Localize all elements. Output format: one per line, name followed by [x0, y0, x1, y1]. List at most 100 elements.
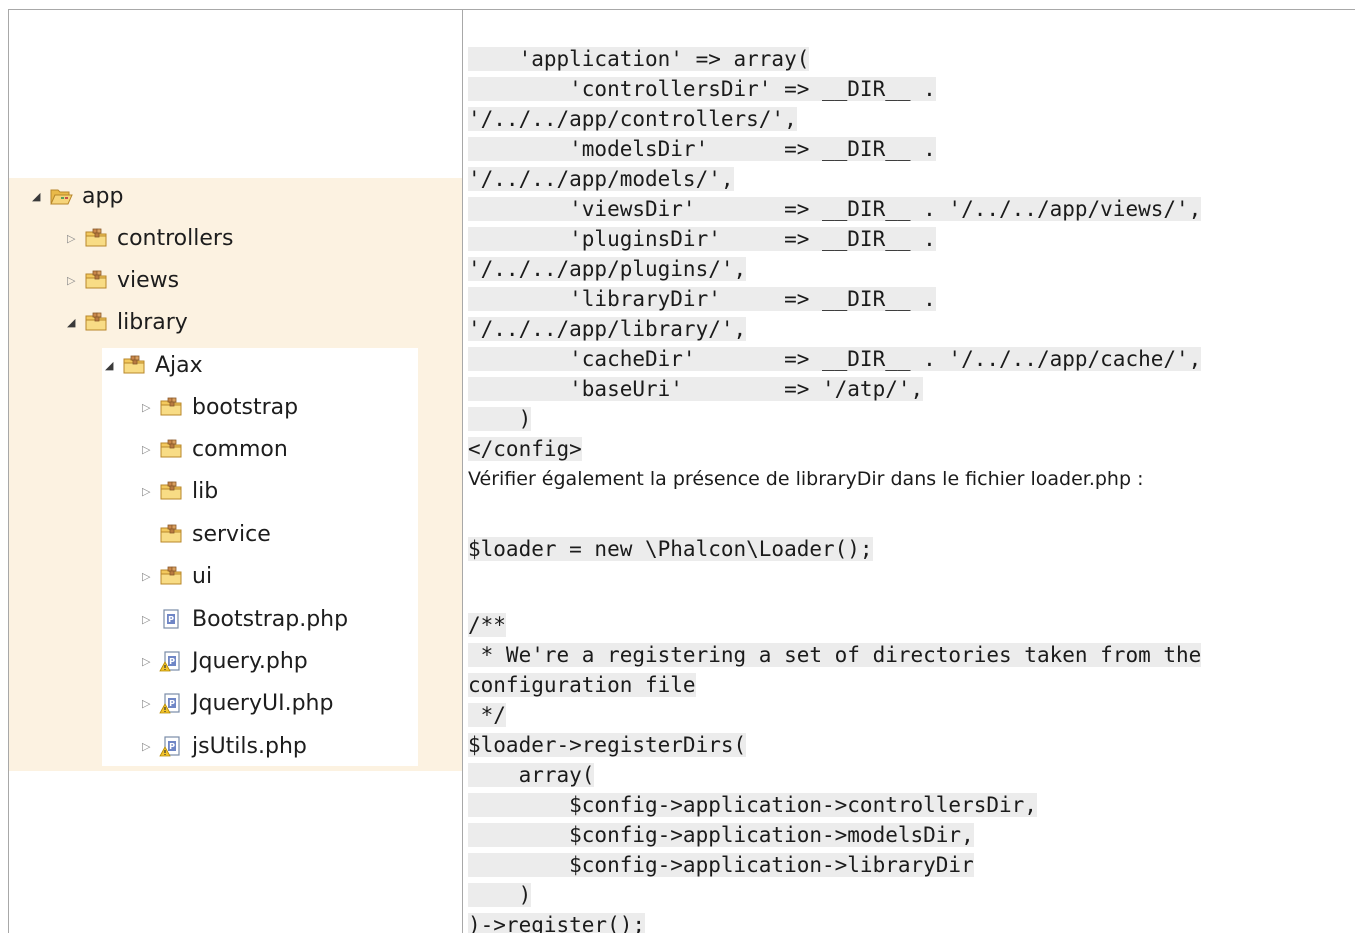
tree-item-bootstrap[interactable]: ▷ bootstrap: [142, 387, 298, 427]
tree-item-common[interactable]: ▷ common: [142, 429, 288, 469]
code-line: $config->application->libraryDir: [468, 850, 974, 880]
code-line: $config->application->modelsDir,: [468, 820, 974, 850]
code-listing: 'application' => array( 'controllersDir'…: [463, 0, 1355, 933]
svg-text:P: P: [169, 699, 175, 708]
collapsed-arrow-icon[interactable]: ▷: [142, 556, 159, 596]
code-line-text: )->register();: [468, 913, 646, 933]
code-line-text: $loader = new \Phalcon\Loader();: [468, 537, 873, 561]
code-line: 'controllersDir' => __DIR__ .: [468, 74, 936, 104]
collapsed-arrow-icon[interactable]: ▷: [67, 218, 84, 258]
collapsed-arrow-icon[interactable]: ▷: [142, 726, 159, 766]
code-line: '/../../app/controllers/',: [468, 104, 797, 134]
code-line-text: 'baseUri' => '/atp/',: [468, 377, 924, 401]
code-line: configuration file: [468, 670, 696, 700]
code-line: /**: [468, 610, 506, 640]
tree-item-bootstrap-php[interactable]: ▷ P Bootstrap.php: [142, 599, 348, 639]
code-line: ): [468, 880, 532, 910]
collapsed-arrow-icon[interactable]: ▷: [142, 599, 159, 639]
collapsed-arrow-icon[interactable]: ▷: [142, 429, 159, 469]
code-line: 'cacheDir' => __DIR__ . '/../../app/cach…: [468, 344, 1202, 374]
code-line: $loader = new \Phalcon\Loader();: [468, 534, 873, 564]
code-line-text: $loader->registerDirs(: [468, 733, 747, 757]
tree-item-jqueryui-php[interactable]: ▷ P JqueryUI.php: [142, 683, 333, 723]
package-folder-icon: [159, 479, 183, 503]
code-line-text: $config->application->controllersDir,: [468, 793, 1037, 817]
package-folder-icon: [84, 268, 108, 292]
tree-item-label: Bootstrap.php: [192, 606, 349, 632]
php-file-warning-icon: P: [159, 734, 183, 758]
tree-item-service[interactable]: service: [142, 514, 271, 554]
tree-item-label: lib: [192, 478, 219, 504]
code-line: 'pluginsDir' => __DIR__ .: [468, 224, 936, 254]
tree-item-ui[interactable]: ▷ ui: [142, 556, 212, 596]
tree-item-label: service: [192, 521, 271, 547]
page: ◢ app ▷ controllers ▷ views ◢ library ◢ …: [0, 0, 1355, 933]
expanded-arrow-icon[interactable]: ◢: [105, 345, 122, 385]
collapsed-arrow-icon[interactable]: ▷: [142, 471, 159, 511]
code-line-text: '/../../app/library/',: [468, 317, 747, 341]
code-line: * We're a registering a set of directori…: [468, 640, 1202, 670]
tree-item-jsutils-php[interactable]: ▷ P jsUtils.php: [142, 726, 307, 766]
tree-item-label: library: [117, 309, 188, 335]
code-line: '/../../app/library/',: [468, 314, 747, 344]
tree-item-label: Ajax: [155, 352, 203, 378]
code-line-text: '/../../app/controllers/',: [468, 107, 797, 131]
expanded-arrow-icon[interactable]: ◢: [67, 302, 84, 342]
tree-item-ajax[interactable]: ◢ Ajax: [105, 345, 203, 385]
code-line: */: [468, 700, 506, 730]
code-line: ): [468, 404, 532, 434]
code-line: 'viewsDir' => __DIR__ . '/../../app/view…: [468, 194, 1202, 224]
code-line-text: /**: [468, 613, 506, 637]
tree-item-label: app: [82, 183, 124, 209]
tree-item-lib[interactable]: ▷ lib: [142, 471, 218, 511]
tree-item-views[interactable]: ▷ views: [67, 260, 179, 300]
code-line-text: 'viewsDir' => __DIR__ . '/../../app/view…: [468, 197, 1202, 221]
code-line-text: configuration file: [468, 673, 696, 697]
code-line-text: $config->application->modelsDir,: [468, 823, 974, 847]
package-folder-icon: [84, 310, 108, 334]
code-line: </config>: [468, 434, 582, 464]
tree-item-app[interactable]: ◢ app: [32, 176, 123, 216]
tree-item-label: views: [117, 267, 180, 293]
collapsed-arrow-icon[interactable]: ▷: [67, 260, 84, 300]
code-line: '/../../app/plugins/',: [468, 254, 747, 284]
code-line: 'baseUri' => '/atp/',: [468, 374, 924, 404]
tree-item-label: Jquery.php: [192, 648, 308, 674]
code-line-text: 'controllersDir' => __DIR__ .: [468, 77, 936, 101]
code-line: array(: [468, 760, 595, 790]
package-folder-icon: [159, 522, 183, 546]
code-line: '/../../app/models/',: [468, 164, 734, 194]
package-folder-icon: [122, 353, 146, 377]
tree-item-label: controllers: [117, 225, 234, 251]
code-line: )->register();: [468, 910, 646, 933]
php-file-warning-icon: P: [159, 691, 183, 715]
explanation-text: Vérifier également la présence de librar…: [468, 464, 1143, 494]
code-line-text: ): [468, 883, 532, 907]
svg-text:P: P: [169, 742, 175, 751]
code-line-text: 'modelsDir' => __DIR__ .: [468, 137, 936, 161]
expanded-arrow-icon[interactable]: ◢: [32, 176, 49, 216]
svg-text:P: P: [169, 657, 175, 666]
tree-item-library[interactable]: ◢ library: [67, 302, 188, 342]
code-line-text: Vérifier également la présence de librar…: [468, 468, 1144, 490]
code-line-text: 'cacheDir' => __DIR__ . '/../../app/cach…: [468, 347, 1202, 371]
code-line: 'libraryDir' => __DIR__ .: [468, 284, 936, 314]
php-file-icon: P: [159, 607, 183, 631]
code-line-text: '/../../app/plugins/',: [468, 257, 747, 281]
collapsed-arrow-icon[interactable]: ▷: [142, 641, 159, 681]
collapsed-arrow-icon[interactable]: ▷: [142, 387, 159, 427]
tree-item-label: JqueryUI.php: [192, 690, 334, 716]
package-folder-icon: [159, 564, 183, 588]
tree-item-label: bootstrap: [192, 394, 299, 420]
package-folder-icon: [84, 226, 108, 250]
collapsed-arrow-icon[interactable]: ▷: [142, 683, 159, 723]
code-line: $config->application->controllersDir,: [468, 790, 1037, 820]
code-line-text: 'pluginsDir' => __DIR__ .: [468, 227, 936, 251]
package-folder-icon: [159, 437, 183, 461]
code-line-text: $config->application->libraryDir: [468, 853, 974, 877]
svg-text:P: P: [168, 615, 174, 624]
code-line-text: array(: [468, 763, 595, 787]
tree-item-controllers[interactable]: ▷ controllers: [67, 218, 233, 258]
code-line: 'modelsDir' => __DIR__ .: [468, 134, 936, 164]
tree-item-jquery-php[interactable]: ▷ P Jquery.php: [142, 641, 308, 681]
